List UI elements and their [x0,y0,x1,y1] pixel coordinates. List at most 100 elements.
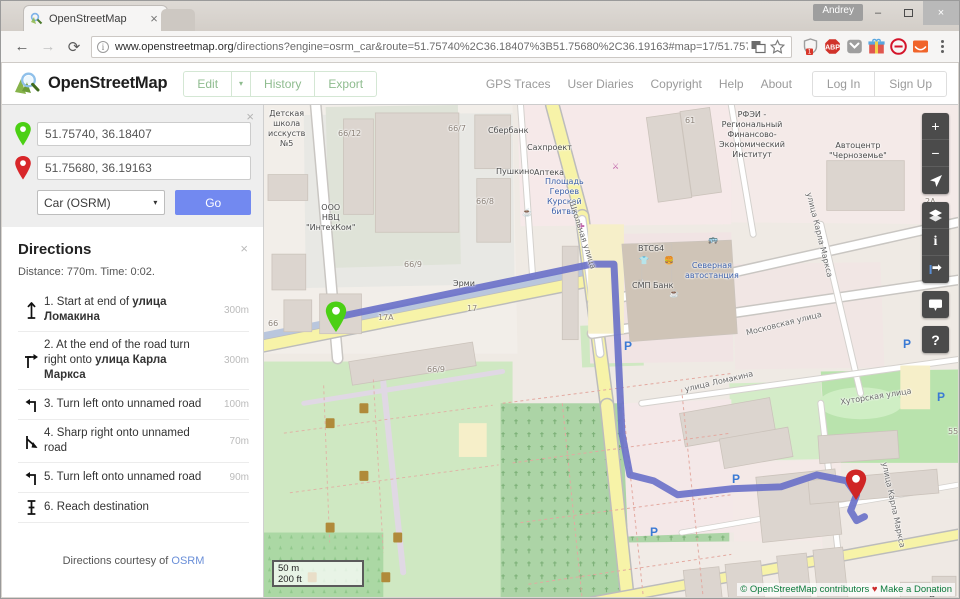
nav-help[interactable]: Help [719,77,744,91]
edit-dropdown-caret-icon[interactable]: ▾ [232,71,252,96]
direction-step-distance: 70m [229,435,249,447]
go-button[interactable]: Go [175,190,251,215]
brand[interactable]: OpenStreetMap [13,70,168,97]
brand-name: OpenStreetMap [48,74,168,92]
direction-step-distance: 300m [223,355,249,366]
attribution-copyright-link[interactable]: © OpenStreetMap contributors [740,584,869,595]
route-start-marker[interactable] [324,300,348,337]
new-tab-button[interactable] [161,9,195,31]
log-in-button[interactable]: Log In [813,71,876,96]
end-point-input[interactable] [37,156,251,180]
nav-copyright[interactable]: Copyright [651,77,702,91]
direction-step-text: 1. Start at end of улица Ломакина [44,295,215,325]
direction-step-instruction: Turn left onto unnamed road [56,471,202,483]
edit-button[interactable]: Edit [184,71,233,96]
map-key-icon[interactable]: i [922,229,949,256]
direction-step[interactable]: 4. Sharp right onto unnamed road 70m [18,420,249,463]
engine-row: Car (OSRM) ▾ Go [14,190,251,215]
pocket-icon[interactable] [845,37,864,56]
heart-icon: ♥ [871,584,878,595]
url-text: www.openstreetmap.org/directions?engine=… [115,41,748,53]
back-icon[interactable]: ← [9,34,35,60]
shopping-icon[interactable] [911,37,930,56]
locate-me-icon[interactable] [922,167,949,194]
poi-fastfood-icon: 🍔 [664,256,674,265]
direction-step-distance: 100m [223,399,249,410]
window-maximize-button[interactable] [893,1,923,25]
poi-pharmacy-icon: ✚ [578,222,585,231]
directions-title: Directions [18,241,92,258]
profile-chip[interactable]: Andrey [813,4,863,21]
zoom-in-icon[interactable]: + [922,113,949,140]
note-icon[interactable] [922,291,949,318]
translate-icon[interactable] [750,38,767,55]
map-viewport[interactable]: ☕ ✚ ⚔ 👕 🍔 🍴 ☕ P P P P P 🚌 Детская школа … [264,105,958,597]
address-bar[interactable]: i www.openstreetmap.org/directions?engin… [91,35,792,58]
nav-gps-traces[interactable]: GPS Traces [486,77,551,91]
poi-parking4-icon: P [937,390,946,404]
direction-step-instruction: Sharp right onto unnamed road [44,427,190,454]
export-button[interactable]: Export [315,72,376,96]
direction-step[interactable]: 1. Start at end of улица Ломакина 300m [18,289,249,332]
poi-toy-icon: ⚔ [612,162,620,171]
poi-parking-icon: P [624,339,633,353]
turn-left-icon [18,469,44,486]
window-close-button[interactable]: × [923,1,959,25]
gift-icon[interactable] [867,37,886,56]
route-end-marker[interactable] [844,468,868,505]
tab-title: OpenStreetMap [49,12,127,25]
poi-parking3-icon: P [650,525,659,539]
reload-icon[interactable]: ⟳ [61,34,87,60]
map-canvas[interactable] [264,105,958,597]
evernote-icon[interactable] [889,37,908,56]
layers-icon[interactable] [922,202,949,229]
forward-icon[interactable]: → [35,34,61,60]
make-a-donation-link[interactable]: Make a Donation [880,584,952,595]
browser-menu-icon[interactable] [933,40,951,53]
direction-step-text: 5. Turn left onto unnamed road [44,470,215,485]
map-attribution: © OpenStreetMap contributors ♥ Make a Do… [737,583,955,596]
nav-user-diaries[interactable]: User Diaries [568,77,634,91]
directions-form: × 51.75740, 36.18407 51.75680, 36.19163 … [2,105,263,227]
scale-imperial: 200 ft [272,574,364,587]
help-icon[interactable]: ? [922,326,949,353]
browser-toolbar: ← → ⟳ i www.openstreetmap.org/directions… [1,31,959,63]
window-buttons: – × [863,1,959,25]
start-point-input[interactable] [37,122,251,146]
close-directions-form-icon[interactable]: × [246,109,254,124]
browser-tab[interactable]: OpenStreetMap × [23,5,168,31]
straight-arrow-icon [18,301,44,319]
directions-panel: Directions × Distance: 770m. Time: 0:02.… [2,227,263,567]
sign-up-button[interactable]: Sign Up [875,72,946,96]
adblock-plus-icon[interactable]: ABP [823,37,842,56]
tools-control-group: i [922,202,949,283]
direction-step[interactable]: 3. Turn left onto unnamed road 100m [18,390,249,420]
site-info-icon[interactable]: i [97,40,109,53]
osrm-link[interactable]: OSRM [171,555,204,567]
close-directions-icon[interactable]: × [240,241,248,256]
direction-step[interactable]: 5. Turn left onto unnamed road 90m [18,463,249,493]
history-button[interactable]: History [251,71,316,96]
direction-step-instruction: Start at end of [56,296,133,308]
edit-button-group: Edit ▾ History Export [183,70,378,97]
map-controls: + − i ? [922,113,949,353]
nav-about[interactable]: About [761,77,792,91]
osm-header: OpenStreetMap Edit ▾ History Export GPS … [2,63,958,105]
direction-step-number: 3. [44,398,57,410]
window-minimize-button[interactable]: – [863,1,893,25]
routing-engine-value: Car (OSRM) [44,195,111,210]
direction-step-distance: 300m [223,304,249,316]
tab-close-icon[interactable]: × [147,12,161,26]
direction-step-text: 4. Sharp right onto unnamed road [44,426,215,456]
share-icon[interactable] [922,256,949,283]
start-row [14,121,251,147]
browser-window: OpenStreetMap × Andrey – × ← → ⟳ i www.o… [0,0,960,599]
direction-step[interactable]: 2. At the end of the road turn right ont… [18,332,249,390]
bookmark-star-icon[interactable] [769,38,786,55]
zoom-out-icon[interactable]: − [922,140,949,167]
direction-step[interactable]: 6. Reach destination [18,493,249,523]
direction-step-number: 1. [44,296,57,308]
note-control-group [922,291,949,318]
shield-blocker-icon[interactable]: 1 [801,37,820,56]
routing-engine-select[interactable]: Car (OSRM) ▾ [37,190,166,215]
